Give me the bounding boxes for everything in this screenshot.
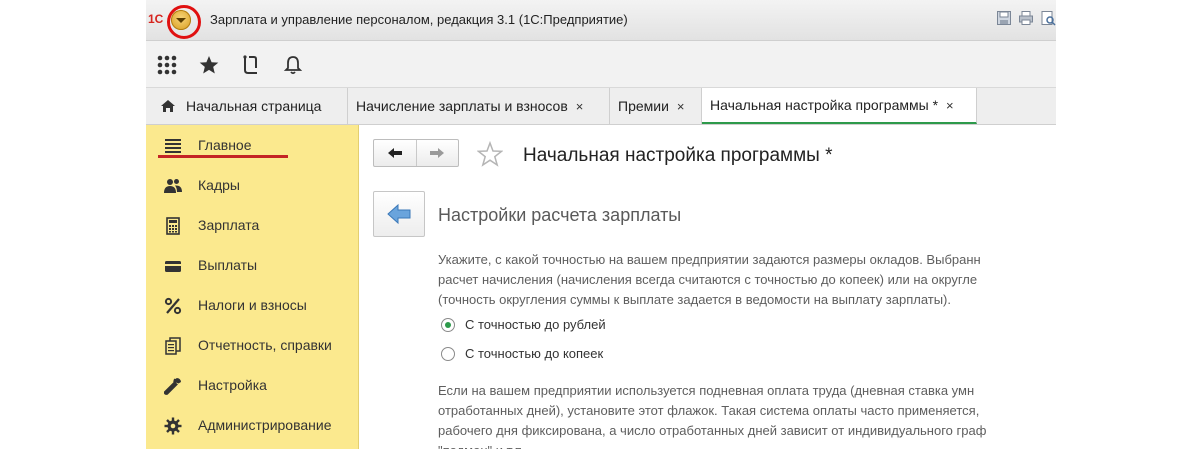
sidebar-item-main[interactable]: Главное xyxy=(146,125,358,165)
radio-rubles[interactable]: С точностью до рублей xyxy=(441,317,606,332)
history-icon[interactable] xyxy=(240,54,262,76)
radio-button[interactable] xyxy=(441,346,455,361)
close-icon[interactable]: × xyxy=(677,99,685,114)
window-title: Зарплата и управление персоналом, редакц… xyxy=(210,12,628,27)
close-icon[interactable]: × xyxy=(576,99,584,114)
tab-label: Начисление зарплаты и взносов xyxy=(356,98,568,114)
history-navigation xyxy=(373,139,459,167)
app-window: 1С Зарплата и управление персоналом, ред… xyxy=(146,0,1056,449)
tab-bonuses[interactable]: Премии × xyxy=(610,88,702,124)
tab-bar: Начальная страница Начисление зарплаты и… xyxy=(146,88,1056,125)
sidebar-item-personnel[interactable]: Кадры xyxy=(146,165,358,205)
wrench-icon xyxy=(164,378,181,395)
arrow-left-icon xyxy=(387,203,411,225)
selected-section-underline xyxy=(158,155,288,158)
form-content: Начальная настройка программы * Настройк… xyxy=(359,125,1056,449)
gear-icon xyxy=(164,417,182,435)
radio-label: С точностью до рублей xyxy=(465,317,606,332)
description-line: Укажите, с какой точностью на вашем пред… xyxy=(438,252,981,267)
tab-label: Премии xyxy=(618,98,669,114)
close-icon[interactable]: × xyxy=(946,98,954,113)
tab-initial-setup[interactable]: Начальная настройка программы * × xyxy=(702,88,977,124)
menu-lines-icon xyxy=(165,139,181,153)
tab-label: Начальная настройка программы * xyxy=(710,97,939,113)
title-bar-icons xyxy=(996,10,1056,26)
form-title: Начальная настройка программы * xyxy=(523,145,833,166)
arrow-right-icon xyxy=(430,148,445,158)
app-logo: 1С xyxy=(148,12,164,26)
bell-icon[interactable] xyxy=(282,54,304,76)
sidebar-item-label: Главное xyxy=(198,137,252,153)
sidebar-item-settings[interactable]: Настройка xyxy=(146,365,358,405)
add-to-favorites-star-icon[interactable] xyxy=(477,141,503,167)
sidebar-item-taxes[interactable]: Налоги и взносы xyxy=(146,285,358,325)
sidebar-item-label: Выплаты xyxy=(198,257,258,273)
description-line: "подмен" и т.п. xyxy=(438,441,525,449)
print-icon[interactable] xyxy=(1018,10,1034,26)
radio-kopecks[interactable]: С точностью до копеек xyxy=(441,346,603,361)
favorites-star-icon[interactable] xyxy=(198,54,220,76)
tab-home[interactable]: Начальная страница xyxy=(146,88,348,124)
sidebar-item-administration[interactable]: Администрирование xyxy=(146,405,358,445)
sidebar-item-label: Налоги и взносы xyxy=(198,297,307,313)
arrow-left-icon xyxy=(387,148,402,158)
description-line: отработанных дней), установите этот флаж… xyxy=(438,403,980,418)
save-icon[interactable] xyxy=(996,10,1012,26)
toolbar xyxy=(146,41,1056,88)
forward-button[interactable] xyxy=(415,140,459,166)
description-line: рабочего дня фиксирована, а число отрабо… xyxy=(438,423,987,438)
preview-icon[interactable] xyxy=(1040,10,1056,26)
sidebar-item-label: Администрирование xyxy=(198,417,332,433)
people-icon xyxy=(164,179,182,193)
sidebar-item-label: Кадры xyxy=(198,177,240,193)
previous-step-button[interactable] xyxy=(373,191,425,237)
sidebar-item-label: Настройка xyxy=(198,377,267,393)
home-icon xyxy=(161,100,175,112)
sidebar-item-label: Отчетность, справки xyxy=(198,337,332,353)
description-line: расчет начисления (начисления всегда счи… xyxy=(438,272,978,287)
sidebar-item-reports[interactable]: Отчетность, справки xyxy=(146,325,358,365)
sections-grid-icon[interactable] xyxy=(156,54,178,76)
percent-icon xyxy=(164,297,182,315)
section-title: Настройки расчета зарплаты xyxy=(438,205,682,225)
radio-label: С точностью до копеек xyxy=(465,346,604,361)
sections-sidebar: Главное Кадры Зарплата Выплаты Налоги и … xyxy=(146,125,359,449)
tab-payroll-accrual[interactable]: Начисление зарплаты и взносов × xyxy=(348,88,610,124)
radio-button-checked[interactable] xyxy=(441,317,455,332)
sidebar-item-label: Зарплата xyxy=(198,217,260,233)
wallet-icon xyxy=(165,261,181,272)
title-bar: 1С Зарплата и управление персоналом, ред… xyxy=(146,0,1056,41)
tab-label: Начальная страница xyxy=(186,98,322,114)
description-line: Если на вашем предприятии используется п… xyxy=(438,383,975,398)
highlight-circle xyxy=(167,5,201,39)
documents-icon xyxy=(165,337,181,355)
back-button[interactable] xyxy=(374,140,416,166)
calculator-icon xyxy=(166,217,180,235)
sidebar-item-payments[interactable]: Выплаты xyxy=(146,245,358,285)
sidebar-item-salary[interactable]: Зарплата xyxy=(146,205,358,245)
description-line: (точность округления суммы к выплате зад… xyxy=(438,292,951,307)
